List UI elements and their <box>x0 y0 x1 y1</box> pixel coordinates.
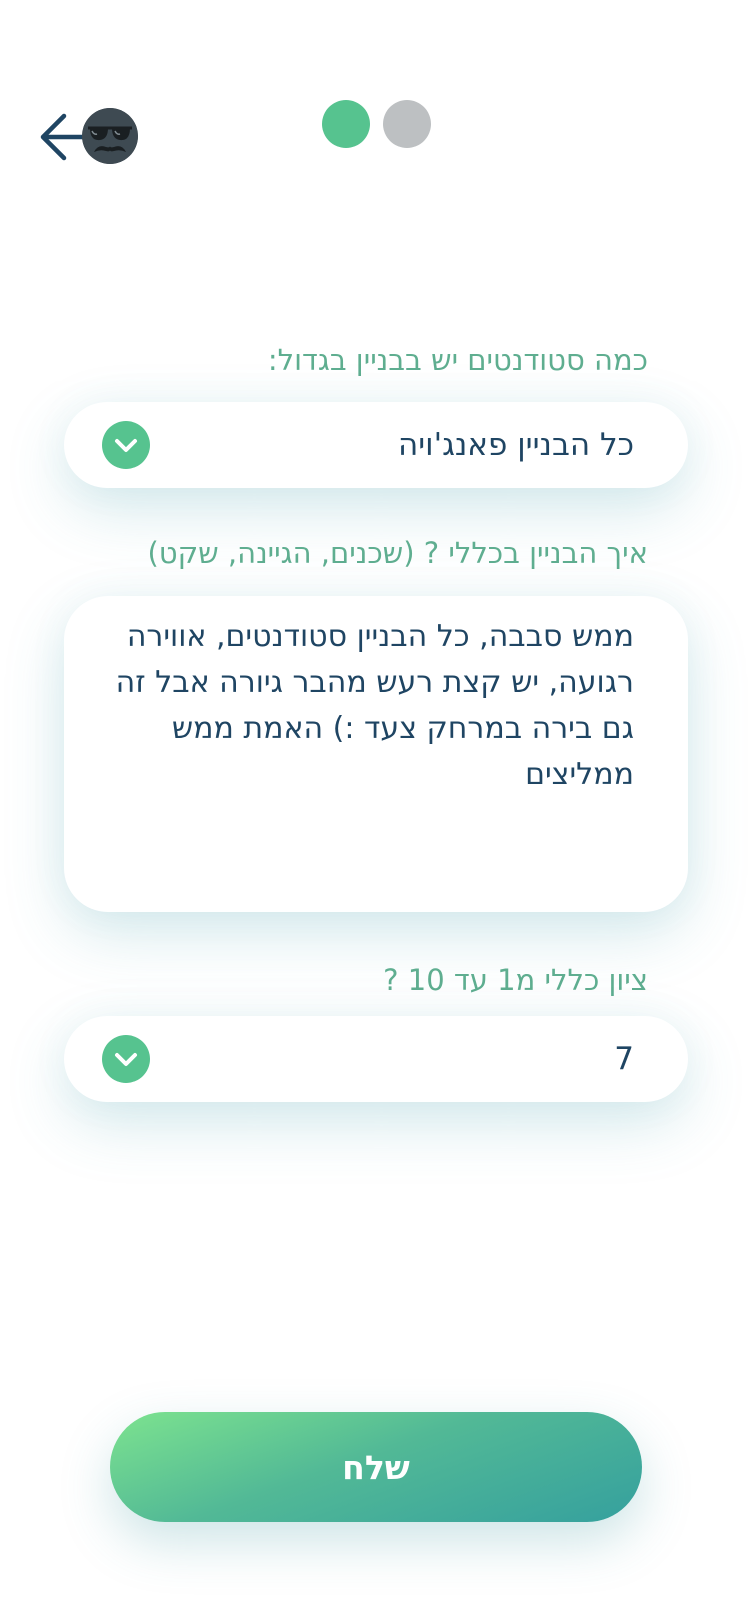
chevron-down-icon[interactable] <box>102 1035 150 1083</box>
header <box>0 0 750 240</box>
step-dot-active <box>322 100 370 148</box>
rating-select[interactable]: 7 <box>64 1016 688 1102</box>
building-question-label: איך הבניין בכללי ? (שכנים, הגיינה, שקט) <box>147 536 648 570</box>
chevron-down-icon[interactable] <box>102 421 150 469</box>
students-select-value: כל הבניין פאנג'ויה <box>397 427 634 463</box>
students-question-label: כמה סטודנטים יש בבניין בגדול: <box>267 343 648 377</box>
rating-question-label: ציון כללי מ1 עד 10 ? <box>383 963 648 997</box>
mustache-glasses-avatar-icon <box>82 108 138 164</box>
building-textarea[interactable]: ממש סבבה, כל הבניין סטודנטים, אווירה רגו… <box>64 596 688 912</box>
avatar <box>82 108 138 164</box>
step-dot-inactive <box>383 100 431 148</box>
send-button[interactable]: שלח <box>110 1412 642 1522</box>
step-indicator <box>322 100 431 148</box>
building-textarea-value[interactable]: ממש סבבה, כל הבניין סטודנטים, אווירה רגו… <box>114 614 634 798</box>
rating-select-value: 7 <box>614 1041 634 1077</box>
students-select[interactable]: כל הבניין פאנג'ויה <box>64 402 688 488</box>
